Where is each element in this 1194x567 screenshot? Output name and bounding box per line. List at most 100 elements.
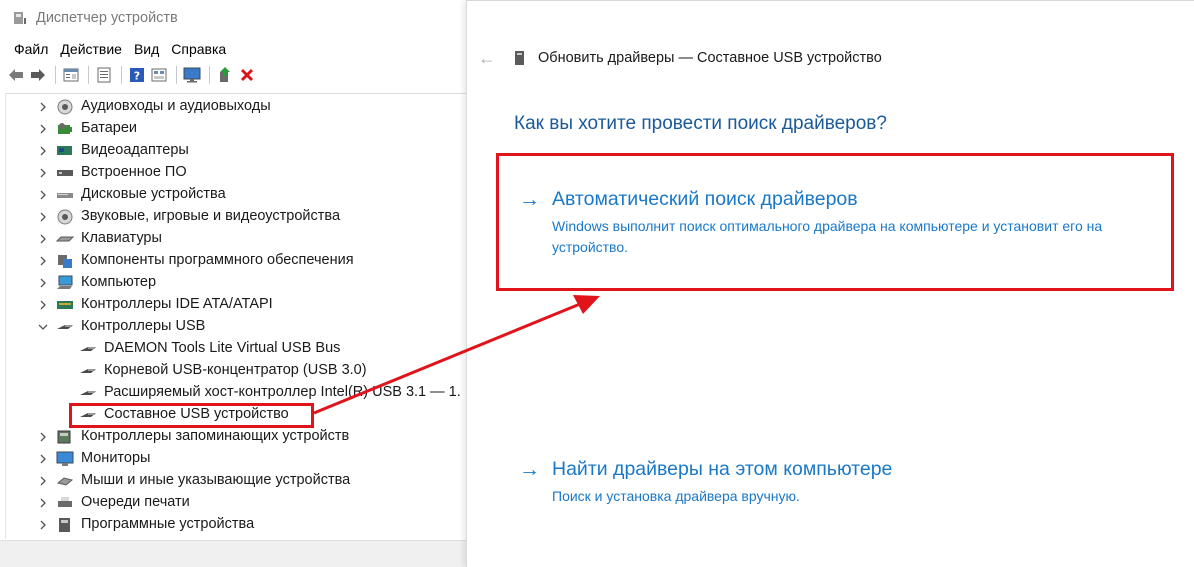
- panel-top-border: [466, 0, 1194, 1]
- tree-category[interactable]: Звуковые, игровые и видеоустройства: [6, 206, 466, 228]
- tree-item-label: Аудиовходы и аудиовыходы: [81, 98, 271, 114]
- properties-icon[interactable]: [61, 65, 81, 85]
- tree-item-label: Программные устройства: [81, 516, 255, 532]
- search-question-heading: Как вы хотите провести поиск драйверов?: [514, 113, 887, 134]
- tree-item-label: Батареи: [81, 120, 138, 136]
- tree-category[interactable]: Контроллеры запоминающих устройств: [6, 426, 466, 448]
- tree-category[interactable]: Мониторы: [6, 448, 466, 470]
- highlight-box-composite-usb: [69, 403, 314, 428]
- chevron-right-icon[interactable]: [36, 206, 50, 228]
- chevron-right-icon[interactable]: [36, 96, 50, 118]
- usb-icon: [79, 341, 97, 357]
- tree-item-label: Контроллеры USB: [81, 318, 206, 334]
- tree-item-label: Клавиатуры: [81, 230, 162, 246]
- chevron-right-icon[interactable]: [36, 426, 50, 448]
- browse-computer-title[interactable]: Найти драйверы на этом компьютере: [552, 458, 892, 481]
- svg-text:?: ?: [134, 70, 140, 83]
- toolbar-separator: [176, 66, 177, 84]
- menu-help[interactable]: Справка: [165, 41, 232, 57]
- tree-item-label: Расширяемый хост-контроллер Intel(R) USB…: [104, 384, 461, 400]
- tree-category[interactable]: Батареи: [6, 118, 466, 140]
- tree-category[interactable]: Контроллеры IDE ATA/ATAPI: [6, 294, 466, 316]
- show-hidden-icon[interactable]: [94, 65, 114, 85]
- storage-controller-icon: [56, 429, 74, 445]
- chevron-right-icon[interactable]: [36, 184, 50, 206]
- chevron-right-icon[interactable]: [36, 250, 50, 272]
- back-arrow-icon[interactable]: ←: [475, 47, 499, 69]
- tree-device-item[interactable]: Корневой USB-концентратор (USB 3.0): [6, 360, 466, 382]
- tree-category[interactable]: Аудиовходы и аудиовыходы: [6, 96, 466, 118]
- chevron-right-icon[interactable]: [36, 162, 50, 184]
- arrow-right-icon: →: [519, 458, 540, 481]
- chevron-right-icon[interactable]: [36, 118, 50, 140]
- tree-category[interactable]: Очереди печати: [6, 492, 466, 514]
- help-icon[interactable]: ?: [127, 65, 147, 85]
- tree-item-label: Контроллеры IDE ATA/ATAPI: [81, 296, 273, 312]
- tree-item-label: Корневой USB-концентратор (USB 3.0): [104, 362, 367, 378]
- title-bar: Диспетчер устройств: [0, 0, 466, 36]
- chevron-right-icon[interactable]: [36, 272, 50, 294]
- tree-item-label: Звуковые, игровые и видеоустройства: [81, 208, 341, 224]
- tree-category[interactable]: Видеоадаптеры: [6, 140, 466, 162]
- menu-view[interactable]: Вид: [128, 41, 165, 57]
- tree-item-label: Встроенное ПО: [81, 164, 187, 180]
- toolbar-separator: [55, 66, 56, 84]
- speaker-icon: [56, 99, 74, 115]
- menu-bar: Файл Действие Вид Справка: [0, 38, 232, 60]
- usb-icon: [79, 385, 97, 401]
- forward-icon[interactable]: [28, 65, 48, 85]
- tree-category[interactable]: Клавиатуры: [6, 228, 466, 250]
- back-icon[interactable]: [6, 65, 26, 85]
- chevron-right-icon[interactable]: [36, 140, 50, 162]
- chevron-right-icon[interactable]: [36, 514, 50, 536]
- display-adapter-icon: [56, 143, 74, 159]
- tree-category[interactable]: Программные устройства: [6, 514, 466, 536]
- menu-action[interactable]: Действие: [54, 41, 128, 57]
- monitor-icon: [56, 451, 74, 467]
- tree-category[interactable]: Мыши и иные указывающие устройства: [6, 470, 466, 492]
- tree-item-label: DAEMON Tools Lite Virtual USB Bus: [104, 340, 341, 356]
- tree-item-label: Мыши и иные указывающие устройства: [81, 472, 351, 488]
- browse-computer-description: Поиск и установка драйвера вручную.: [552, 488, 800, 504]
- tree-item-label: Мониторы: [81, 450, 151, 466]
- computer-icon: [56, 275, 74, 291]
- usb-icon: [79, 363, 97, 379]
- horizontal-scrollbar[interactable]: [0, 540, 466, 567]
- mouse-icon: [56, 473, 74, 489]
- ide-controller-icon: [56, 297, 74, 313]
- chevron-right-icon[interactable]: [36, 448, 50, 470]
- update-driver-icon[interactable]: [215, 65, 235, 85]
- device-manager-window: Диспетчер устройств Файл Действие Вид Сп…: [0, 0, 466, 567]
- tree-category[interactable]: Компьютер: [6, 272, 466, 294]
- toolbar: ?: [0, 63, 466, 87]
- resources-icon[interactable]: [149, 65, 169, 85]
- tree-item-label: Компьютер: [81, 274, 157, 290]
- device-manager-icon: [12, 10, 28, 26]
- toolbar-separator: [88, 66, 89, 84]
- window-title: Диспетчер устройств: [36, 10, 178, 26]
- chevron-right-icon[interactable]: [36, 294, 50, 316]
- chevron-right-icon[interactable]: [36, 228, 50, 250]
- software-device-icon: [56, 517, 74, 533]
- monitor-icon[interactable]: [182, 65, 202, 85]
- usb-device-icon: [514, 50, 526, 66]
- chevron-down-icon[interactable]: [36, 316, 50, 338]
- tree-category[interactable]: Компоненты программного обеспечения: [6, 250, 466, 272]
- tree-device-item[interactable]: DAEMON Tools Lite Virtual USB Bus: [6, 338, 466, 360]
- toolbar-separator: [209, 66, 210, 84]
- battery-icon: [56, 121, 74, 137]
- tree-category[interactable]: Контроллеры USB: [6, 316, 466, 338]
- disk-drive-icon: [56, 187, 74, 203]
- highlight-box-auto-search: [496, 153, 1174, 291]
- printer-icon: [56, 495, 74, 511]
- tree-category[interactable]: Дисковые устройства: [6, 184, 466, 206]
- chevron-right-icon[interactable]: [36, 492, 50, 514]
- tree-device-item[interactable]: Расширяемый хост-контроллер Intel(R) USB…: [6, 382, 466, 404]
- tree-category[interactable]: Встроенное ПО: [6, 162, 466, 184]
- software-component-icon: [56, 253, 74, 269]
- sound-icon: [56, 209, 74, 225]
- uninstall-icon[interactable]: [237, 65, 257, 85]
- chevron-right-icon[interactable]: [36, 470, 50, 492]
- device-tree[interactable]: Аудиовходы и аудиовыходы Батареи Видеоадап…: [5, 93, 466, 539]
- menu-file[interactable]: Файл: [8, 41, 54, 57]
